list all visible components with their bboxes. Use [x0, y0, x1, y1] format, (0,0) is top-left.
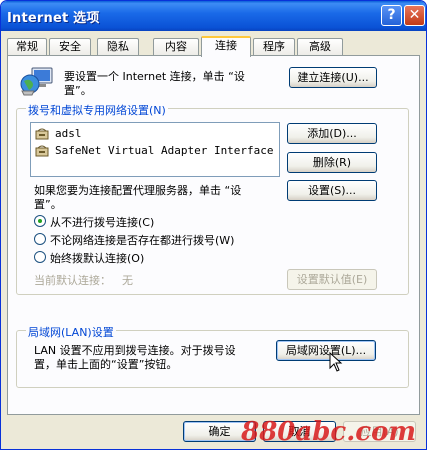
radio-always-default[interactable]: [34, 251, 46, 263]
window-title: Internet 选项: [7, 11, 100, 26]
tab-advanced[interactable]: 高级: [297, 38, 343, 56]
list-item[interactable]: SafeNet Virtual Adapter Interface: [35, 143, 274, 159]
network-globe-icon: [20, 66, 54, 99]
current-default-value: 无: [122, 274, 133, 287]
dialup-group-label: 拨号和虚拟专用网络设置(N): [26, 102, 168, 118]
radio-always-default-label[interactable]: 始终拨默认连接(O): [50, 250, 144, 266]
list-item-label: adsl: [55, 127, 82, 140]
add-button[interactable]: 添加(D)...: [287, 123, 377, 144]
help-button[interactable]: ?: [381, 5, 402, 26]
radio-dial-whenever[interactable]: [34, 233, 46, 245]
current-default-label: 当前默认连接：: [34, 274, 111, 287]
tab-security[interactable]: 安全: [49, 38, 91, 56]
mouse-cursor-icon: [329, 351, 343, 375]
dialup-connection-icon: [35, 144, 51, 158]
connection-list[interactable]: adsl SafeNet Virtual Adapter Interface: [30, 122, 280, 177]
tab-connections[interactable]: 连接: [201, 36, 251, 57]
lan-group-label: 局域网(LAN)设置: [26, 324, 116, 340]
close-button[interactable]: ✕: [404, 5, 425, 26]
lan-text-line2: 置，单击上面的“设置”按钮。: [34, 358, 178, 371]
list-item[interactable]: adsl: [35, 126, 82, 142]
radio-never-dial-label[interactable]: 从不进行拨号连接(C): [50, 214, 154, 230]
tab-general[interactable]: 常规: [7, 38, 47, 56]
lan-settings-button[interactable]: 局域网设置(L)...: [276, 340, 376, 361]
internet-options-window: Internet 选项 ? ✕ 常规 安全 隐私 内容 连接 程序 高级 要设置…: [0, 0, 427, 450]
tab-content[interactable]: 内容: [153, 38, 199, 56]
tab-programs[interactable]: 程序: [253, 38, 295, 56]
radio-dial-whenever-label[interactable]: 不论网络连接是否存在都进行拨号(W): [50, 232, 234, 248]
setup-text-line2: 置”。: [64, 84, 92, 97]
connections-panel: 要设置一个 Internet 连接，单击 “设 置”。 建立连接(U)... 拨…: [7, 55, 420, 415]
radio-never-dial[interactable]: [34, 215, 46, 227]
list-item-label: SafeNet Virtual Adapter Interface: [55, 144, 274, 157]
tab-privacy[interactable]: 隐私: [97, 38, 139, 56]
dialup-connection-icon: [35, 127, 51, 141]
proxy-text-line1: 如果您要为连接配置代理服务器，单击 “设: [34, 184, 242, 197]
settings-button[interactable]: 设置(S)...: [287, 180, 377, 201]
site-watermark: 880abc.com: [241, 417, 416, 447]
proxy-text-line2: 置”。: [34, 198, 62, 211]
set-default-button[interactable]: 设置默认值(E): [287, 269, 377, 290]
setup-connection-button[interactable]: 建立连接(U)...: [289, 67, 377, 88]
title-bar: Internet 选项 ? ✕: [1, 1, 426, 31]
remove-button[interactable]: 删除(R): [287, 152, 377, 173]
